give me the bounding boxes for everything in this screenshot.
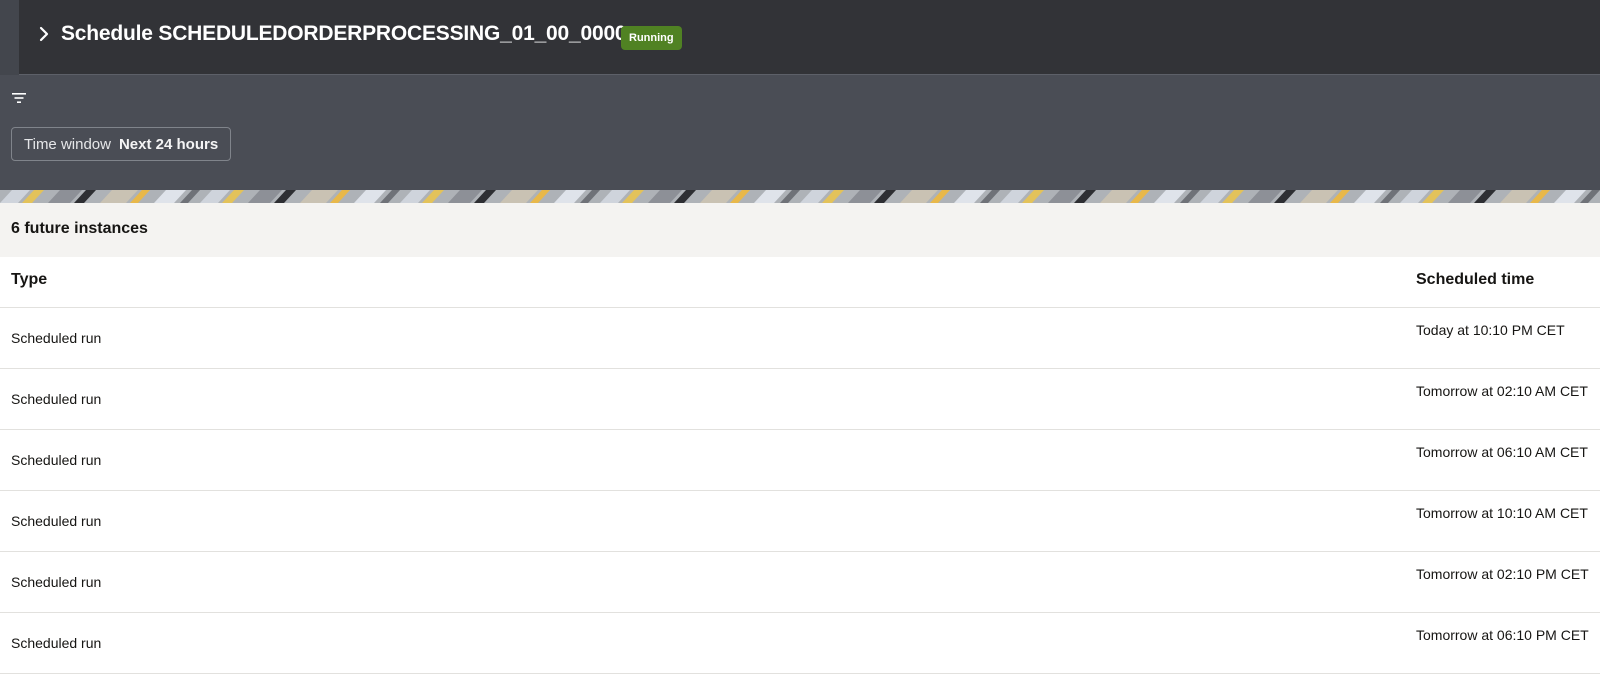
- cell-scheduled-time: Tomorrow at 06:10 PM CET: [1416, 627, 1589, 643]
- time-window-chip[interactable]: Time window Next 24 hours: [11, 127, 232, 161]
- cell-type: Scheduled run: [11, 574, 102, 590]
- table-row[interactable]: Scheduled run Tomorrow at 02:10 AM CET: [0, 369, 1600, 430]
- table-row[interactable]: Scheduled run Tomorrow at 02:10 PM CET: [0, 552, 1600, 613]
- cell-scheduled-time: Tomorrow at 02:10 AM CET: [1416, 383, 1588, 399]
- results-count: 6 future instances: [11, 220, 148, 237]
- schedule-header-region: Schedule SCHEDULEDORDERPROCESSING_01_00_…: [0, 0, 1600, 190]
- cell-type: Scheduled run: [11, 635, 102, 651]
- cell-scheduled-time: Today at 10:10 PM CET: [1416, 322, 1565, 338]
- column-header-scheduled-time[interactable]: Scheduled time: [1416, 271, 1534, 289]
- page-title: Schedule SCHEDULEDORDERPROCESSING_01_00_…: [61, 22, 627, 45]
- table-header-row: Type Scheduled time: [0, 257, 1600, 308]
- decorative-banner: [0, 190, 1600, 203]
- cell-type: Scheduled run: [11, 391, 102, 407]
- future-instances-table: Type Scheduled time Scheduled run Today …: [0, 257, 1600, 674]
- header-left-strip: [0, 0, 19, 75]
- filter-icon: [11, 91, 27, 110]
- table-row[interactable]: Scheduled run Tomorrow at 06:10 AM CET: [0, 430, 1600, 491]
- cell-type: Scheduled run: [11, 452, 102, 468]
- column-header-type[interactable]: Type: [11, 271, 47, 289]
- table-row[interactable]: Scheduled run Tomorrow at 06:10 PM CET: [0, 613, 1600, 674]
- filter-button[interactable]: [10, 91, 28, 109]
- cell-scheduled-time: Tomorrow at 06:10 AM CET: [1416, 444, 1588, 460]
- status-badge: Running: [621, 26, 682, 50]
- cell-scheduled-time: Tomorrow at 10:10 AM CET: [1416, 505, 1588, 521]
- cell-scheduled-time: Tomorrow at 02:10 PM CET: [1416, 566, 1589, 582]
- results-count-header: 6 future instances: [0, 203, 1600, 257]
- time-window-value: Next 24 hours: [118, 135, 219, 153]
- time-window-label: Time window: [24, 135, 111, 153]
- cell-type: Scheduled run: [11, 330, 102, 346]
- chevron-right-icon: [38, 26, 50, 47]
- cell-type: Scheduled run: [11, 513, 102, 529]
- expand-button[interactable]: [34, 24, 54, 48]
- table-row[interactable]: Scheduled run Today at 10:10 PM CET: [0, 308, 1600, 369]
- table-row[interactable]: Scheduled run Tomorrow at 10:10 AM CET: [0, 491, 1600, 552]
